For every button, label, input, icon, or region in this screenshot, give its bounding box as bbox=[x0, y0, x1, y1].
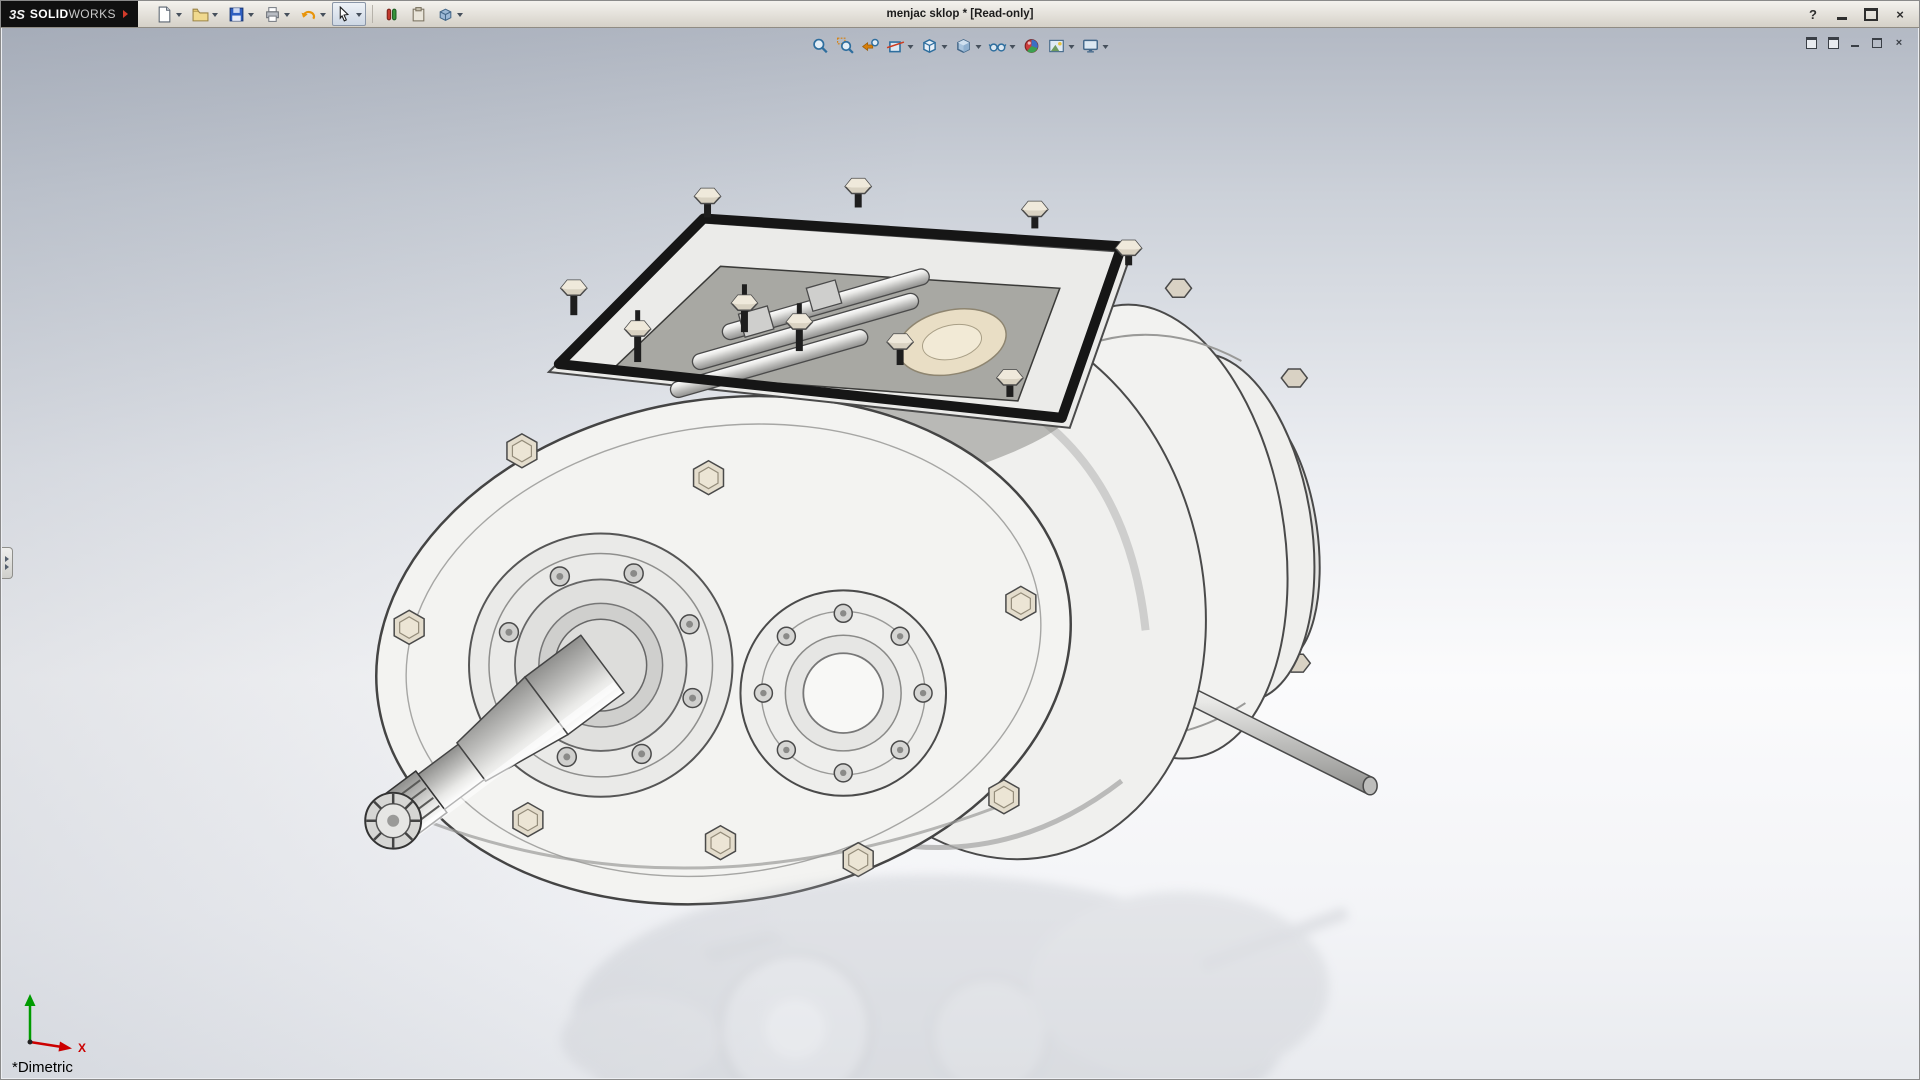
select-button[interactable] bbox=[332, 2, 366, 26]
previous-view-icon bbox=[862, 37, 880, 55]
print-button[interactable] bbox=[260, 2, 294, 26]
save-button[interactable] bbox=[224, 2, 258, 26]
clipboard-icon bbox=[410, 6, 427, 23]
undo-icon bbox=[300, 6, 317, 23]
hide-show-dropdown-icon[interactable] bbox=[1010, 45, 1016, 49]
view-orientation-button[interactable] bbox=[919, 35, 950, 57]
display-style-icon bbox=[955, 37, 973, 55]
brand-name: SOLIDWORKS bbox=[30, 7, 116, 21]
y-axis-arrow-icon bbox=[25, 994, 36, 1006]
print-icon bbox=[264, 6, 281, 23]
view-orientation-label: *Dimetric bbox=[12, 1059, 73, 1076]
side-cover bbox=[740, 590, 946, 795]
selection-filter-button[interactable] bbox=[379, 2, 404, 26]
zoom-to-fit-icon bbox=[812, 37, 830, 55]
display-style-dropdown-icon[interactable] bbox=[976, 45, 982, 49]
next-window-icon bbox=[1828, 37, 1839, 49]
edit-appearance-icon bbox=[1023, 37, 1041, 55]
previous-view-button[interactable] bbox=[860, 35, 882, 57]
help-button[interactable]: ? bbox=[1800, 5, 1826, 23]
maximize-icon bbox=[1864, 8, 1878, 21]
view-orientation-dropdown-icon[interactable] bbox=[942, 45, 948, 49]
window-title: menjac sklop * [Read-only] bbox=[887, 1, 1034, 27]
doc-restore-button[interactable] bbox=[1868, 35, 1886, 50]
save-icon bbox=[228, 6, 245, 23]
select-dropdown-icon[interactable] bbox=[356, 13, 362, 17]
previous-window-button[interactable] bbox=[1802, 35, 1820, 50]
open-document-button[interactable] bbox=[188, 2, 222, 26]
previous-window-icon bbox=[1806, 37, 1817, 49]
new-dropdown-icon[interactable] bbox=[176, 13, 182, 17]
select-cursor-icon bbox=[336, 6, 353, 23]
doc-close-button[interactable]: × bbox=[1890, 35, 1908, 50]
zoom-to-area-icon bbox=[837, 37, 855, 55]
reference-triad: X bbox=[16, 990, 96, 1052]
featuremanager-collapsed-tab[interactable] bbox=[2, 547, 13, 579]
new-document-icon bbox=[156, 6, 173, 23]
display-settings-icon bbox=[437, 6, 454, 23]
open-document-icon bbox=[192, 6, 209, 23]
menu-expand-icon[interactable] bbox=[123, 10, 128, 18]
panel-expand-arrow-icon bbox=[5, 564, 9, 570]
heads-up-view-toolbar bbox=[810, 35, 1111, 57]
zoom-to-area-button[interactable] bbox=[835, 35, 857, 57]
undo-button[interactable] bbox=[296, 2, 330, 26]
doc-minimize-button[interactable] bbox=[1846, 35, 1864, 50]
brand-name-works: WORKS bbox=[69, 7, 116, 21]
graphics-viewport[interactable]: × bbox=[2, 27, 1918, 1078]
section-view-button[interactable] bbox=[885, 35, 916, 57]
brand-name-solid: SOLID bbox=[30, 7, 69, 21]
view-settings-icon bbox=[1082, 37, 1100, 55]
next-window-button[interactable] bbox=[1824, 35, 1842, 50]
solidworks-logo: 3S SOLIDWORKS bbox=[1, 1, 138, 27]
clipboard-button[interactable] bbox=[406, 2, 431, 26]
window-controls: ? × bbox=[1800, 5, 1919, 23]
toolbar-separator bbox=[372, 5, 373, 23]
minimize-button[interactable] bbox=[1829, 5, 1855, 23]
hide-show-items-icon bbox=[989, 37, 1007, 55]
apply-scene-icon bbox=[1048, 37, 1066, 55]
doc-restore-icon bbox=[1872, 38, 1882, 48]
shaft-end-face bbox=[365, 793, 421, 849]
top-cover bbox=[549, 179, 1142, 428]
doc-minimize-icon bbox=[1851, 45, 1859, 47]
view-settings-dropdown-icon[interactable] bbox=[1103, 45, 1109, 49]
model-canvas[interactable] bbox=[2, 27, 1918, 1078]
display-settings-dropdown-icon[interactable] bbox=[457, 13, 463, 17]
document-window-controls: × bbox=[1802, 35, 1908, 50]
display-style-button[interactable] bbox=[953, 35, 984, 57]
apply-scene-button[interactable] bbox=[1046, 35, 1077, 57]
title-bar: 3S SOLIDWORKS bbox=[1, 1, 1919, 28]
minimize-icon bbox=[1837, 17, 1847, 20]
maximize-button[interactable] bbox=[1858, 5, 1884, 23]
save-dropdown-icon[interactable] bbox=[248, 13, 254, 17]
section-view-icon bbox=[887, 37, 905, 55]
main-toolbar bbox=[152, 2, 467, 26]
edit-appearance-button[interactable] bbox=[1021, 35, 1043, 57]
selection-filter-icon bbox=[383, 6, 400, 23]
x-axis-label: X bbox=[78, 1041, 86, 1052]
close-button[interactable]: × bbox=[1887, 5, 1913, 23]
display-settings-button[interactable] bbox=[433, 2, 467, 26]
open-dropdown-icon[interactable] bbox=[212, 13, 218, 17]
print-dropdown-icon[interactable] bbox=[284, 13, 290, 17]
apply-scene-dropdown-icon[interactable] bbox=[1069, 45, 1075, 49]
panel-expand-arrow-icon bbox=[5, 556, 9, 562]
dassault-3s-icon: 3S bbox=[9, 7, 25, 22]
hide-show-items-button[interactable] bbox=[987, 35, 1018, 57]
view-settings-button[interactable] bbox=[1080, 35, 1111, 57]
zoom-to-fit-button[interactable] bbox=[810, 35, 832, 57]
x-axis-arrow-icon bbox=[59, 1042, 73, 1052]
new-document-button[interactable] bbox=[152, 2, 186, 26]
section-view-dropdown-icon[interactable] bbox=[908, 45, 914, 49]
view-orientation-icon bbox=[921, 37, 939, 55]
undo-dropdown-icon[interactable] bbox=[320, 13, 326, 17]
